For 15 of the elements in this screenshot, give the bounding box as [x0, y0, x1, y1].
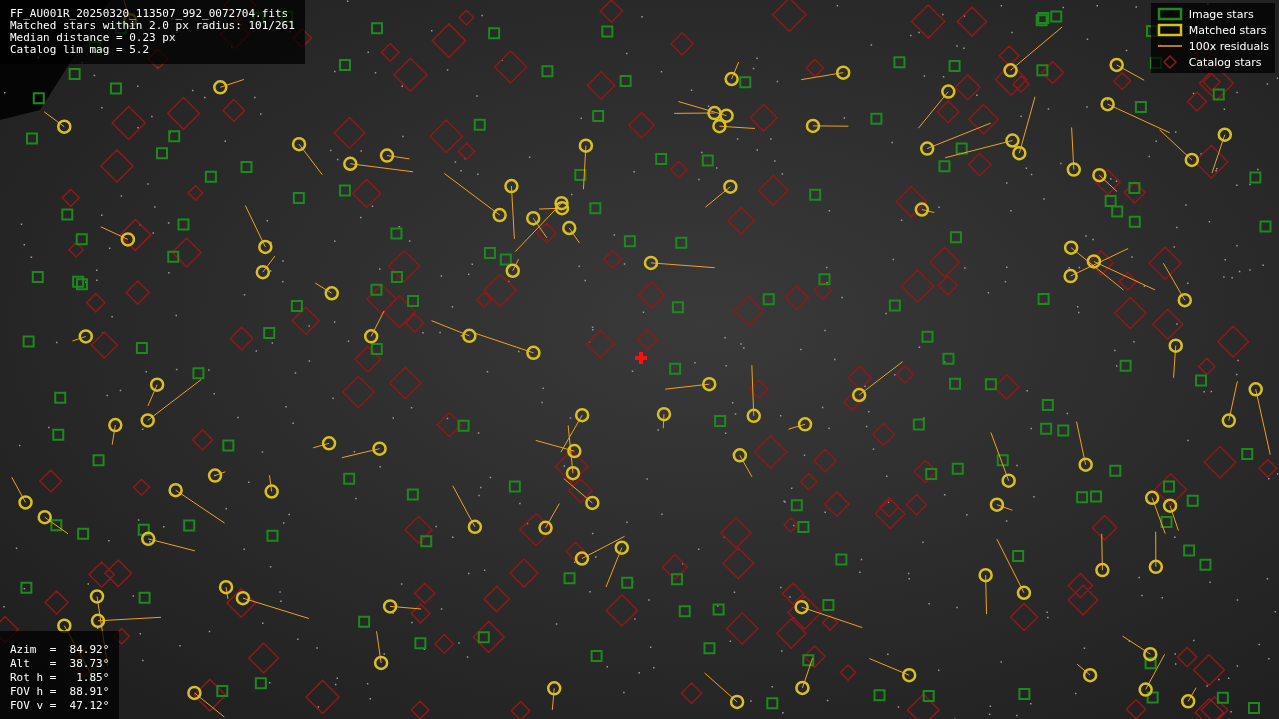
pointing-text: FOV h = 88.91°	[10, 685, 110, 699]
info-text: Matched stars within 2.0 px radius: 101/261	[10, 20, 295, 32]
rectangle-icon	[1156, 23, 1183, 37]
legend-label: Matched stars	[1188, 23, 1267, 37]
info-text: Catalog lim mag = 5.2	[10, 44, 151, 56]
pointing-text: Azim = 84.92°	[10, 643, 110, 657]
pointing-text: Alt = 38.73°	[10, 657, 110, 671]
legend-label: Image stars	[1188, 7, 1254, 21]
info-text: Median distance = 0.23 px	[10, 32, 177, 44]
rectangle-icon	[1156, 7, 1183, 21]
pointing-text: Rot h = 1.85°	[10, 671, 110, 685]
legend-label: Catalog stars	[1188, 55, 1262, 69]
info-text: FF_AU001R_20250320_113507_992_0072704.fits	[10, 8, 290, 20]
pointing-text: FOV v = 47.12°	[10, 699, 110, 713]
legend-label: 100x residuals	[1188, 39, 1269, 53]
